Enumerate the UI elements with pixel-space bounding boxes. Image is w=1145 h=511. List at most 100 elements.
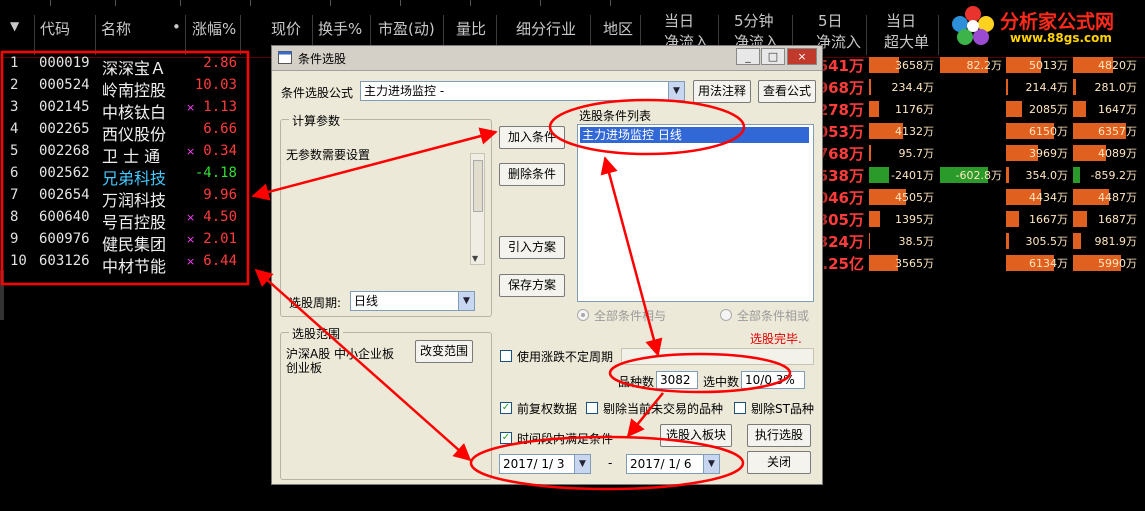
formula-dropdown[interactable]: 主力进场监控 - ▼ — [360, 81, 685, 101]
time-range-checkbox[interactable]: ✓ — [500, 432, 512, 444]
irregular-period-checkbox[interactable] — [500, 350, 512, 362]
day5-inflow: 305万 — [817, 211, 864, 229]
stock-mark: × — [186, 211, 196, 224]
col-pe[interactable]: 市盈(动) — [378, 18, 435, 39]
minimize-button[interactable]: _ — [736, 48, 760, 65]
irregular-period-field[interactable] — [621, 348, 814, 365]
inflow-bar: 1395万 — [869, 211, 936, 227]
inflow-bar: 5013万 — [1006, 57, 1070, 73]
col-turnover[interactable]: 换手% — [318, 18, 362, 39]
inflow-bar: 234.4万 — [869, 79, 936, 95]
radio-and[interactable] — [577, 309, 589, 321]
inflow-bar: -602.8万 — [940, 167, 1004, 183]
inflow-bar: 4434万 — [1006, 189, 1070, 205]
col-industry[interactable]: 细分行业 — [516, 18, 576, 39]
inflow-bar — [940, 123, 1004, 139]
day5-inflow: 053万 — [817, 123, 864, 141]
stock-change: 2.01 — [203, 231, 237, 247]
stock-change: 2.86 — [203, 55, 237, 71]
stock-change: 6.66 — [203, 121, 237, 137]
row-number: 5 — [10, 143, 19, 159]
row-number: 2 — [10, 77, 19, 93]
date-separator: - — [608, 456, 613, 470]
formula-label: 条件选股公式 — [281, 86, 354, 100]
formula-value: 主力进场监控 - — [364, 84, 445, 98]
col-day-inflow-1[interactable]: 当日 — [664, 10, 694, 31]
inflow-bar — [940, 211, 1004, 227]
date-to-field[interactable]: 2017/ 1/ 6 ▼ — [626, 454, 720, 474]
row-number: 10 — [10, 253, 27, 269]
period-dropdown[interactable]: 日线 ▼ — [350, 291, 475, 311]
delete-condition-button[interactable]: 删除条件 — [499, 163, 565, 186]
date-from-value: 2017/ 1/ 3 — [503, 457, 565, 471]
adjust-checkbox[interactable]: ✓ — [500, 402, 512, 414]
radio-or[interactable] — [720, 309, 732, 321]
inflow-value: 354.0万 — [1025, 169, 1069, 182]
inflow-value: 4820万 — [1098, 59, 1137, 72]
stock-change: 6.44 — [203, 253, 237, 269]
condition-list-label: 选股条件列表 — [579, 109, 652, 123]
stock-filter-dialog: 条件选股 _ □ × 条件选股公式 主力进场监控 - ▼ 用法注释 查看公式 计… — [271, 45, 823, 485]
stock-name: 中材节能 — [102, 257, 167, 276]
inflow-bar: 4505万 — [869, 189, 936, 205]
inflow-bar: 1176万 — [869, 101, 936, 117]
inflow-value: 2085万 — [1029, 103, 1068, 116]
col-name[interactable]: 名称 — [101, 18, 131, 39]
change-range-button[interactable]: 改变范围 — [415, 340, 473, 363]
inflow-value: 3658万 — [895, 59, 934, 72]
close-window-button[interactable]: × — [787, 48, 817, 65]
exclude-untraded-checkbox[interactable] — [586, 402, 598, 414]
col-dayxl-1[interactable]: 当日 — [886, 10, 916, 31]
col-region[interactable]: 地区 — [603, 18, 633, 39]
column-menu-icon[interactable]: ▼ — [10, 19, 19, 33]
col-volratio[interactable]: 量比 — [456, 18, 486, 39]
usage-notes-button[interactable]: 用法注释 — [693, 80, 751, 103]
dialog-title: 条件选股 — [298, 52, 347, 66]
inflow-value: -2401万 — [891, 169, 934, 182]
day5-inflow: .25亿 — [822, 255, 864, 273]
exclude-st-checkbox[interactable] — [734, 402, 746, 414]
close-dialog-button[interactable]: 关闭 — [747, 451, 811, 474]
inflow-bar-fill — [869, 167, 889, 183]
stock-code: 600640 — [39, 209, 90, 225]
condition-list-item[interactable]: 主力进场监控 日线 — [580, 127, 809, 143]
day5-inflow: 968万 — [817, 79, 864, 97]
row-number: 4 — [10, 121, 19, 137]
inflow-bar-fill — [869, 233, 870, 249]
import-plan-button[interactable]: 引入方案 — [499, 236, 565, 259]
inflow-value: 4487万 — [1098, 191, 1137, 204]
maximize-button[interactable]: □ — [761, 48, 785, 65]
params-scrollbar[interactable]: ▼ — [470, 153, 485, 265]
stock-code: 002265 — [39, 121, 90, 137]
col-code[interactable]: 代码 — [40, 18, 70, 39]
col-dayxl-2[interactable]: 超大单 — [884, 31, 929, 52]
inflow-value: 6357万 — [1098, 125, 1137, 138]
col-day5-1[interactable]: 5日 — [818, 10, 843, 31]
col-price[interactable]: 现价 — [271, 18, 301, 39]
flower-logo-icon — [952, 6, 994, 45]
date-from-field[interactable]: 2017/ 1/ 3 ▼ — [499, 454, 591, 474]
inflow-bar-fill — [1073, 101, 1086, 117]
add-condition-button[interactable]: 加入条件 — [499, 126, 565, 149]
col-min5-1[interactable]: 5分钟 — [734, 10, 774, 31]
inflow-value: 3969万 — [1029, 147, 1068, 160]
day5-inflow: 538万 — [817, 167, 864, 185]
inflow-bar: 4820万 — [1073, 57, 1139, 73]
exclude-untraded-label: 剔除当前未交易的品种 — [603, 402, 724, 416]
row-number: 7 — [10, 187, 19, 203]
inflow-bar: 4132万 — [869, 123, 936, 139]
window-icon — [278, 51, 292, 64]
dialog-titlebar[interactable]: 条件选股 _ □ × — [272, 46, 822, 71]
add-to-block-button[interactable]: 选股入板块 — [660, 424, 732, 447]
inflow-value: 6134万 — [1029, 257, 1068, 270]
inflow-bar-fill — [869, 79, 871, 95]
run-selection-button[interactable]: 执行选股 — [747, 424, 811, 447]
save-plan-button[interactable]: 保存方案 — [499, 274, 565, 297]
view-formula-button[interactable]: 查看公式 — [758, 80, 816, 103]
inflow-bar-fill — [869, 145, 871, 161]
col-change[interactable]: 涨幅% — [192, 18, 236, 39]
condition-list[interactable]: 主力进场监控 日线 — [577, 124, 814, 302]
inflow-bar: 305.5万 — [1006, 233, 1070, 249]
row-number: 1 — [10, 55, 19, 71]
inflow-bar — [940, 189, 1004, 205]
